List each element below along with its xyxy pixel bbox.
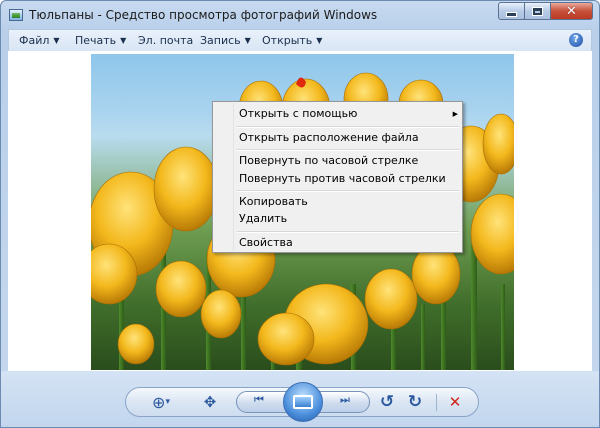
previous-icon: ⏮ xyxy=(254,393,264,406)
rotate-cw-icon: ↻ xyxy=(407,392,423,412)
close-button[interactable]: ✕ xyxy=(550,2,593,20)
actual-size-button[interactable]: ✥ xyxy=(198,388,222,416)
menu-burn[interactable]: Запись ▼ xyxy=(200,34,251,47)
title-bar[interactable]: Тюльпаны - Средство просмотра фотографий… xyxy=(1,1,599,29)
submenu-arrow-icon: ▶ xyxy=(452,110,458,118)
chevron-down-icon: ▼ xyxy=(120,36,127,45)
slideshow-icon xyxy=(293,395,313,409)
chevron-down-icon: ▼ xyxy=(316,36,323,45)
magnifier-icon: ⊕ xyxy=(152,392,166,412)
slideshow-button[interactable] xyxy=(283,382,323,422)
ctx-copy[interactable]: Копировать xyxy=(239,195,308,208)
window-title: Тюльпаны - Средство просмотра фотографий… xyxy=(29,8,378,22)
delete-button[interactable]: ✕ xyxy=(444,388,466,416)
rotate-ccw-icon: ↺ xyxy=(379,392,395,412)
context-menu: Открыть с помощью ▶ Открыть расположение… xyxy=(212,101,463,253)
menu-burn-label: Запись xyxy=(200,34,241,47)
ctx-open-file-location[interactable]: Открыть расположение файла xyxy=(239,131,419,144)
chevron-down-icon: ▼ xyxy=(53,36,60,45)
ctx-delete[interactable]: Удалить xyxy=(239,212,287,225)
ctx-separator xyxy=(237,190,459,192)
menu-print-label: Печать xyxy=(75,34,117,47)
menu-file-label: Файл xyxy=(19,34,50,47)
menu-email-label: Эл. почта xyxy=(138,34,194,47)
rotate-clockwise-button[interactable]: ↻ xyxy=(404,388,426,416)
chevron-down-icon: ▼ xyxy=(244,36,251,45)
ctx-rotate-counterclockwise[interactable]: Повернуть против часовой стрелки xyxy=(239,172,446,185)
delete-icon: ✕ xyxy=(448,393,462,411)
help-icon[interactable]: ? xyxy=(569,33,583,47)
ctx-separator xyxy=(237,126,459,128)
photo-viewer-icon xyxy=(9,9,23,21)
bottom-toolbar: ⊕ ▾ ✥ ⏮ ⏭ ↺ ↻ ✕ xyxy=(1,371,599,427)
ctx-separator xyxy=(237,231,459,233)
ctx-open-with[interactable]: Открыть с помощью ▶ xyxy=(239,107,458,120)
menu-bar: Файл ▼ Печать ▼ Эл. почта Запись ▼ Открыть ▼… xyxy=(8,29,592,51)
menu-open[interactable]: Открыть ▼ xyxy=(262,34,322,47)
ctx-open-with-label: Открыть с помощью xyxy=(239,107,358,120)
toolbar-divider xyxy=(436,394,437,411)
photo-viewer-window: Тюльпаны - Средство просмотра фотографий… xyxy=(0,0,600,428)
menu-file[interactable]: Файл ▼ xyxy=(19,34,60,47)
chevron-down-icon: ▾ xyxy=(165,397,170,407)
previous-button[interactable]: ⏮ xyxy=(247,389,271,411)
fit-to-window-icon: ✥ xyxy=(203,393,217,411)
next-button[interactable]: ⏭ xyxy=(333,389,357,411)
minimize-button[interactable] xyxy=(498,2,525,20)
menu-print[interactable]: Печать ▼ xyxy=(75,34,126,47)
maximize-icon xyxy=(533,7,542,15)
playback-controls: ⊕ ▾ ✥ ⏮ ⏭ ↺ ↻ ✕ xyxy=(125,382,479,422)
menu-email[interactable]: Эл. почта xyxy=(138,34,193,47)
context-menu-gutter xyxy=(214,103,234,251)
rotate-counterclockwise-button[interactable]: ↺ xyxy=(376,388,398,416)
ctx-rotate-clockwise[interactable]: Повернуть по часовой стрелке xyxy=(239,154,418,167)
maximize-button[interactable] xyxy=(524,2,551,20)
window-controls: ✕ xyxy=(498,2,593,20)
menu-open-label: Открыть xyxy=(262,34,313,47)
ctx-properties[interactable]: Свойства xyxy=(239,236,293,249)
next-icon: ⏭ xyxy=(340,393,350,406)
close-icon: ✕ xyxy=(566,3,577,19)
zoom-button[interactable]: ⊕ ▾ xyxy=(144,388,178,416)
ctx-separator xyxy=(237,149,459,151)
minimize-icon xyxy=(507,12,516,16)
